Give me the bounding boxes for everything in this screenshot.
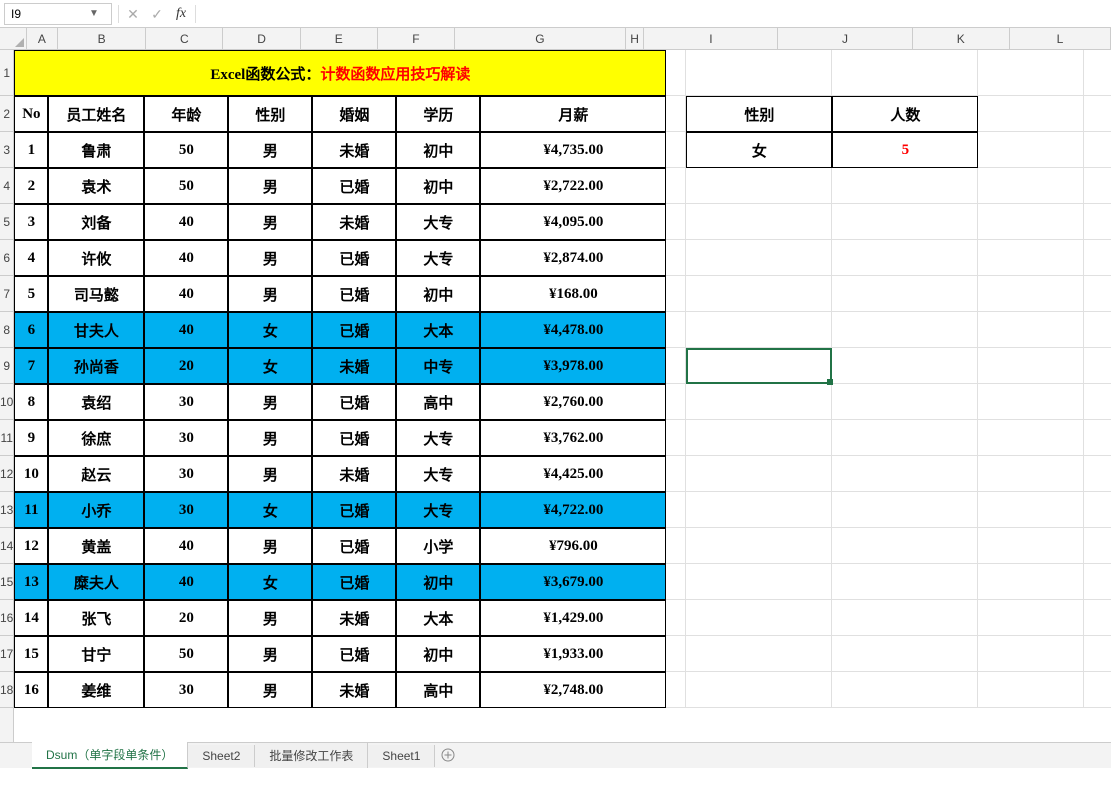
- main-data-table: Excel函数公式：计数函数应用技巧解读 No 员工姓名 年龄 性别 婚姻 学历…: [14, 50, 666, 708]
- column-header[interactable]: H: [626, 28, 644, 49]
- table-row[interactable]: 9 徐庶 30 男 已婚 大专 ¥3,762.00: [14, 420, 666, 456]
- row-header[interactable]: 2: [0, 96, 13, 132]
- row-header[interactable]: 14: [0, 528, 13, 564]
- row-header[interactable]: 5: [0, 204, 13, 240]
- sheet-tab[interactable]: Sheet1: [368, 745, 435, 767]
- name-box-input[interactable]: [5, 7, 85, 21]
- row-header[interactable]: 4: [0, 168, 13, 204]
- sheet-tab[interactable]: 批量修改工作表: [255, 743, 368, 768]
- row-headers: 123456789101112131415161718: [0, 50, 14, 742]
- column-header[interactable]: D: [223, 28, 300, 49]
- column-header[interactable]: C: [146, 28, 223, 49]
- sheet-tab[interactable]: Dsum（单字段单条件）: [32, 742, 188, 769]
- table-row[interactable]: 11 小乔 30 女 已婚 大专 ¥4,722.00: [14, 492, 666, 528]
- name-box-dropdown-icon[interactable]: ▼: [85, 8, 103, 19]
- formula-input[interactable]: [198, 7, 1111, 21]
- column-headers: ABCDEFGHIJKL: [0, 28, 1111, 50]
- column-header[interactable]: G: [455, 28, 626, 49]
- workbook: ABCDEFGHIJKL 123456789101112131415161718…: [0, 28, 1111, 768]
- separator: [118, 5, 119, 23]
- table-row[interactable]: 15 甘宁 50 男 已婚 初中 ¥1,933.00: [14, 636, 666, 672]
- table-row[interactable]: 16 姜维 30 男 未婚 高中 ¥2,748.00: [14, 672, 666, 708]
- sheet-tabs-bar: Dsum（单字段单条件）Sheet2批量修改工作表Sheet1: [0, 742, 1111, 768]
- side-summary-table: 性别 人数 女 5: [686, 96, 978, 168]
- table-row[interactable]: 7 孙尚香 20 女 未婚 中专 ¥3,978.00: [14, 348, 666, 384]
- table-row[interactable]: 6 甘夫人 40 女 已婚 大本 ¥4,478.00: [14, 312, 666, 348]
- row-header[interactable]: 7: [0, 276, 13, 312]
- column-header[interactable]: E: [301, 28, 378, 49]
- table-row[interactable]: 14 张飞 20 男 未婚 大本 ¥1,429.00: [14, 600, 666, 636]
- separator: [195, 5, 196, 23]
- table-row[interactable]: 10 赵云 30 男 未婚 大专 ¥4,425.00: [14, 456, 666, 492]
- table-row[interactable]: 5 司马懿 40 男 已婚 初中 ¥168.00: [14, 276, 666, 312]
- formula-bar-row: ▼ ✕ ✓ fx: [0, 0, 1111, 28]
- row-header[interactable]: 6: [0, 240, 13, 276]
- select-all-button[interactable]: [0, 28, 27, 49]
- table-row[interactable]: 13 糜夫人 40 女 已婚 初中 ¥3,679.00: [14, 564, 666, 600]
- table-row[interactable]: 3 刘备 40 男 未婚 大专 ¥4,095.00: [14, 204, 666, 240]
- cancel-formula-icon[interactable]: ✕: [121, 3, 145, 25]
- column-header[interactable]: I: [644, 28, 778, 49]
- table-row[interactable]: 8 袁绍 30 男 已婚 高中 ¥2,760.00: [14, 384, 666, 420]
- row-header[interactable]: 12: [0, 456, 13, 492]
- name-box[interactable]: ▼: [4, 3, 112, 25]
- row-header[interactable]: 17: [0, 636, 13, 672]
- row-header[interactable]: 3: [0, 132, 13, 168]
- new-sheet-button[interactable]: [435, 747, 461, 765]
- fx-icon[interactable]: fx: [169, 3, 193, 25]
- sheet-tab[interactable]: Sheet2: [188, 745, 255, 767]
- column-header[interactable]: B: [58, 28, 146, 49]
- column-header[interactable]: A: [27, 28, 58, 49]
- row-header[interactable]: 9: [0, 348, 13, 384]
- row-header[interactable]: 13: [0, 492, 13, 528]
- row-header[interactable]: 15: [0, 564, 13, 600]
- table-row[interactable]: 1 鲁肃 50 男 未婚 初中 ¥4,735.00: [14, 132, 666, 168]
- cells-area[interactable]: Excel函数公式：计数函数应用技巧解读 No 员工姓名 年龄 性别 婚姻 学历…: [14, 50, 1111, 742]
- table-row[interactable]: 2 袁术 50 男 已婚 初中 ¥2,722.00: [14, 168, 666, 204]
- row-header[interactable]: 11: [0, 420, 13, 456]
- column-header[interactable]: J: [778, 28, 912, 49]
- row-header[interactable]: 18: [0, 672, 13, 708]
- table-row[interactable]: 12 黄盖 40 男 已婚 小学 ¥796.00: [14, 528, 666, 564]
- confirm-formula-icon[interactable]: ✓: [145, 3, 169, 25]
- column-header[interactable]: F: [378, 28, 455, 49]
- grid: ABCDEFGHIJKL 123456789101112131415161718…: [0, 28, 1111, 742]
- row-header[interactable]: 10: [0, 384, 13, 420]
- column-header[interactable]: K: [913, 28, 1010, 49]
- column-header[interactable]: L: [1010, 28, 1111, 49]
- row-header[interactable]: 8: [0, 312, 13, 348]
- row-header[interactable]: 1: [0, 50, 13, 96]
- row-header[interactable]: 16: [0, 600, 13, 636]
- table-row[interactable]: 4 许攸 40 男 已婚 大专 ¥2,874.00: [14, 240, 666, 276]
